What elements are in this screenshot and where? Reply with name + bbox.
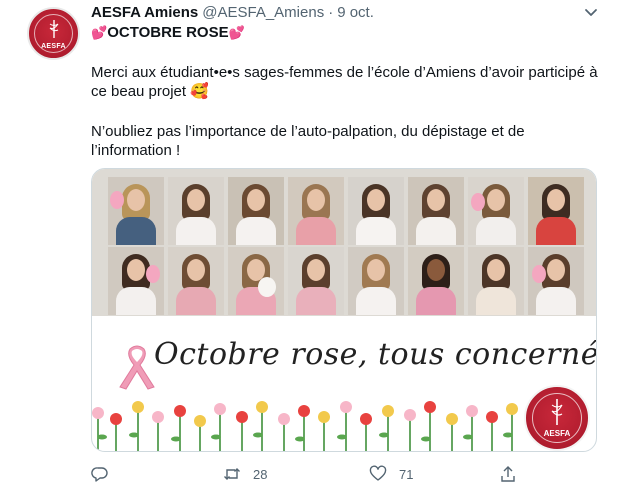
participant-photo — [108, 177, 164, 245]
share-button[interactable] — [499, 462, 517, 486]
tweet-body-line: ce beau projet 🥰 — [91, 83, 209, 100]
tweet-header: AESFA Amiens @AESFA_Amiens · 9 oct. — [91, 4, 374, 24]
tweet[interactable]: AESFA AESFA Amiens @AESFA_Amiens · 9 oct… — [0, 0, 626, 495]
participant-photo — [108, 247, 164, 315]
tweet-title-text: OCTOBRE ROSE — [107, 24, 229, 41]
participant-photo — [468, 177, 524, 245]
pink-ribbon-icon — [119, 345, 155, 390]
heart-emoji: 💕 — [91, 25, 108, 40]
participant-photo — [168, 177, 224, 245]
participant-photo — [468, 247, 524, 315]
tweet-date[interactable]: 9 oct. — [337, 4, 374, 21]
participant-photo — [528, 177, 584, 245]
participant-photo — [228, 177, 284, 245]
like-button[interactable]: 71 — [369, 462, 413, 486]
tweet-body-line: N’oubliez pas l’importance de l’auto-pal… — [91, 123, 525, 140]
participant-photo — [408, 247, 464, 315]
participant-photo — [228, 247, 284, 315]
tweet-media[interactable]: Octobre rose, tous concernés AESFA — [91, 168, 597, 452]
participant-photo — [288, 247, 344, 315]
tweet-actions: 28 71 — [91, 462, 597, 486]
separator: · — [328, 4, 334, 21]
heart-icon — [369, 465, 387, 481]
caduceus-icon — [49, 20, 59, 38]
participant-photo — [348, 247, 404, 315]
share-icon — [501, 466, 515, 482]
participant-photo — [168, 247, 224, 315]
participant-photo — [528, 247, 584, 315]
author-handle[interactable]: @AESFA_Amiens — [202, 4, 324, 21]
aesfa-seal: AESFA — [524, 385, 590, 451]
retweet-count: 28 — [253, 466, 268, 482]
like-count: 71 — [399, 466, 414, 482]
participant-photo — [288, 177, 344, 245]
tweet-body-line: Merci aux étudiant•e•s sages-femmes de l… — [91, 64, 598, 81]
reply-icon — [91, 467, 108, 482]
slogan: Octobre rose, tous concernés — [154, 337, 597, 372]
participant-photo — [408, 177, 464, 245]
seal-label: AESFA — [543, 429, 571, 438]
tweet-body-line: l’information ! — [91, 142, 181, 159]
author-name[interactable]: AESFA Amiens — [91, 4, 198, 21]
reply-button[interactable] — [91, 462, 121, 486]
tweet-title: 💕OCTOBRE ROSE💕 — [91, 23, 245, 43]
flower-border — [92, 401, 518, 451]
caduceus-icon — [551, 399, 563, 425]
heart-emoji: 💕 — [228, 25, 245, 40]
participant-photo — [348, 177, 404, 245]
retweet-button[interactable]: 28 — [223, 462, 267, 486]
avatar[interactable]: AESFA — [27, 7, 80, 60]
retweet-icon — [224, 468, 240, 480]
chevron-down-icon[interactable] — [583, 6, 599, 20]
